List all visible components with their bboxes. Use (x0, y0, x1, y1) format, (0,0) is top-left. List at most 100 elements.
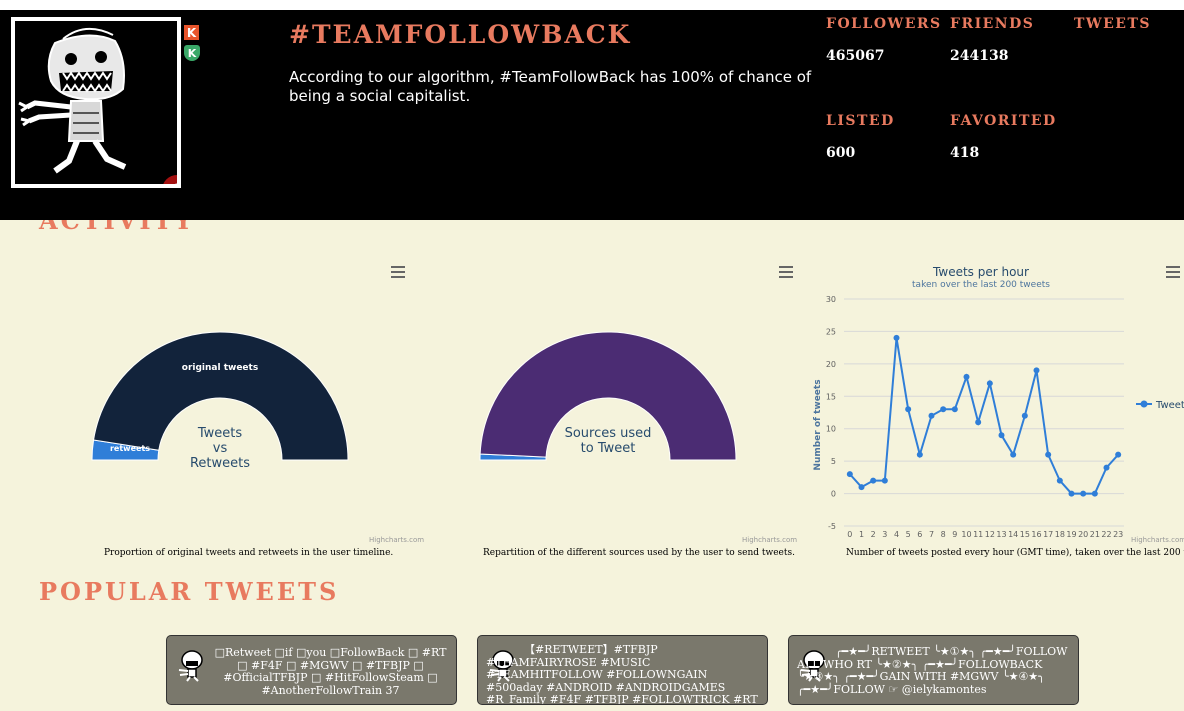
data-point[interactable] (846, 471, 853, 478)
favorited-value: 418 (950, 145, 980, 161)
zombie-avatar-image (15, 21, 177, 184)
data-point[interactable] (1080, 490, 1087, 497)
profile-name: #TEAMFOLLOWBACK (289, 20, 632, 49)
popular-tweets-heading: POPULAR TWEETS (39, 577, 340, 606)
chart-subtitle: taken over the last 200 tweets (912, 280, 1050, 290)
data-point[interactable] (916, 451, 923, 458)
chart-caption-per-hour: Number of tweets posted every hour (GMT … (846, 548, 1184, 558)
x-tick-label: 21 (1090, 530, 1100, 539)
y-tick-label: 20 (826, 360, 836, 369)
data-point[interactable] (1033, 367, 1040, 374)
legend-item-tweets[interactable]: Tweets (1136, 400, 1184, 411)
x-tick-label: 15 (1020, 530, 1030, 539)
x-tick-labels: 0 1 2 3 4 5 6 7 8 9 10 11 12 13 14 15 16 17 18 19 20 21 22 23 (847, 530, 1123, 539)
data-point[interactable] (1068, 490, 1075, 497)
x-tick-label: 14 (1008, 530, 1018, 539)
data-point[interactable] (986, 380, 993, 387)
chart-caption-tweets-vs-retweets: Proportion of original tweets and retwee… (104, 548, 394, 558)
listed-label: LISTED (826, 113, 895, 129)
slice-label-original: original tweets (182, 363, 258, 373)
zombie-icon (178, 650, 203, 682)
data-point[interactable] (881, 477, 888, 484)
data-point[interactable] (858, 484, 865, 491)
tweet-card[interactable]: ╭━★━╯RETWEET ╰★①★╮ ╭━★━╯FOLLOW ALL WHO R… (788, 635, 1079, 705)
x-tick-label: 17 (1043, 530, 1053, 539)
tweets-label: TWEETS (1074, 16, 1152, 32)
highcharts-credit[interactable]: Highcharts.com (1131, 536, 1184, 544)
data-point[interactable] (975, 419, 982, 426)
favorited-label: FAVORITED (950, 113, 1057, 129)
data-point[interactable] (963, 373, 970, 380)
data-point[interactable] (1091, 490, 1098, 497)
x-tick-label: 8 (941, 530, 946, 539)
slice-label-retweets: retweets (110, 444, 150, 453)
data-point[interactable] (998, 432, 1005, 439)
y-axis-title: Number of tweets (813, 379, 823, 470)
tweet-text: ╭━★━╯RETWEET ╰★①★╮ ╭━★━╯FOLLOW ALL WHO R… (797, 645, 1068, 696)
y-tick-label: 25 (826, 327, 836, 336)
x-tick-label: 9 (952, 530, 957, 539)
data-point[interactable] (1045, 451, 1052, 458)
listed-value: 600 (826, 145, 856, 161)
center-label-line-2: vs (213, 441, 228, 456)
klout-icon[interactable]: K (184, 25, 199, 40)
x-tick-label: 23 (1113, 530, 1123, 539)
center-label-line-3: Retweets (190, 456, 250, 471)
y-tick-label: 0 (831, 490, 836, 499)
x-tick-label: 20 (1078, 530, 1088, 539)
data-point[interactable] (951, 406, 958, 413)
chart-title: Tweets per hour (932, 265, 1029, 279)
data-point[interactable] (870, 477, 877, 484)
y-tick-label: -5 (828, 522, 836, 531)
x-tick-label: 12 (985, 530, 995, 539)
highcharts-credit[interactable]: Highcharts.com (742, 536, 797, 544)
data-point[interactable] (928, 412, 935, 419)
profile-header: 0 K K #TEAMFOLLOWBACK According to our a… (0, 0, 1184, 220)
followers-label: FOLLOWERS (826, 16, 942, 32)
profile-avatar[interactable]: 0 (11, 17, 181, 188)
legend-label: Tweets (1155, 400, 1184, 411)
tweet-text: □Retweet □if □you □FollowBack □ #RT □ #F… (214, 646, 447, 697)
x-tick-label: 2 (871, 530, 876, 539)
x-tick-label: 19 (1066, 530, 1076, 539)
top-strip (0, 0, 1184, 10)
data-point[interactable] (1010, 451, 1017, 458)
legend-marker (1140, 400, 1148, 408)
y-tick-label: 15 (826, 392, 836, 401)
series-points-tweets (846, 334, 1122, 497)
data-point[interactable] (1056, 477, 1063, 484)
chart-menu-icon[interactable] (779, 266, 793, 278)
friends-value: 244138 (950, 48, 1009, 64)
followers-value: 465067 (826, 48, 885, 64)
tweet-card[interactable]: □Retweet □if □you □FollowBack □ #RT □ #F… (166, 635, 457, 705)
data-point[interactable] (905, 406, 912, 413)
tweet-text: 【#RETWEET】#TFBJP #TEAMFAIRYROSE #MUSIC #… (486, 643, 758, 705)
data-point[interactable] (1103, 464, 1110, 471)
data-point[interactable] (893, 334, 900, 341)
x-tick-label: 1 (859, 530, 864, 539)
activity-heading: ACTIVITY (39, 220, 195, 235)
x-tick-label: 5 (906, 530, 911, 539)
series-line-tweets (849, 337, 1119, 495)
x-tick-label: 3 (882, 530, 887, 539)
x-tick-label: 22 (1101, 530, 1111, 539)
data-point[interactable] (940, 406, 947, 413)
x-tick-label: 7 (929, 530, 934, 539)
friends-label: FRIENDS (950, 16, 1035, 32)
kred-icon[interactable]: K (184, 45, 200, 61)
activity-heading-clip: ACTIVITY (0, 220, 1184, 240)
y-tick-label: 30 (826, 295, 836, 304)
chart-menu-icon[interactable] (391, 266, 405, 278)
y-tick-label: 5 (831, 457, 836, 466)
highcharts-credit[interactable]: Highcharts.com (369, 536, 424, 544)
sources-chart: Sources used to Tweet (479, 331, 737, 461)
x-tick-label: 18 (1055, 530, 1065, 539)
x-tick-label: 16 (1031, 530, 1041, 539)
tweet-card[interactable]: 【#RETWEET】#TFBJP #TEAMFAIRYROSE #MUSIC #… (477, 635, 768, 705)
profile-description: According to our algorithm, #TeamFollowB… (289, 68, 812, 105)
center-label-line-1: Sources used (565, 426, 652, 441)
data-point[interactable] (1021, 412, 1028, 419)
x-tick-label: 6 (917, 530, 922, 539)
tweets-vs-retweets-chart: original tweets retweets Tweets vs Retwe… (91, 331, 349, 471)
data-point[interactable] (1115, 451, 1122, 458)
